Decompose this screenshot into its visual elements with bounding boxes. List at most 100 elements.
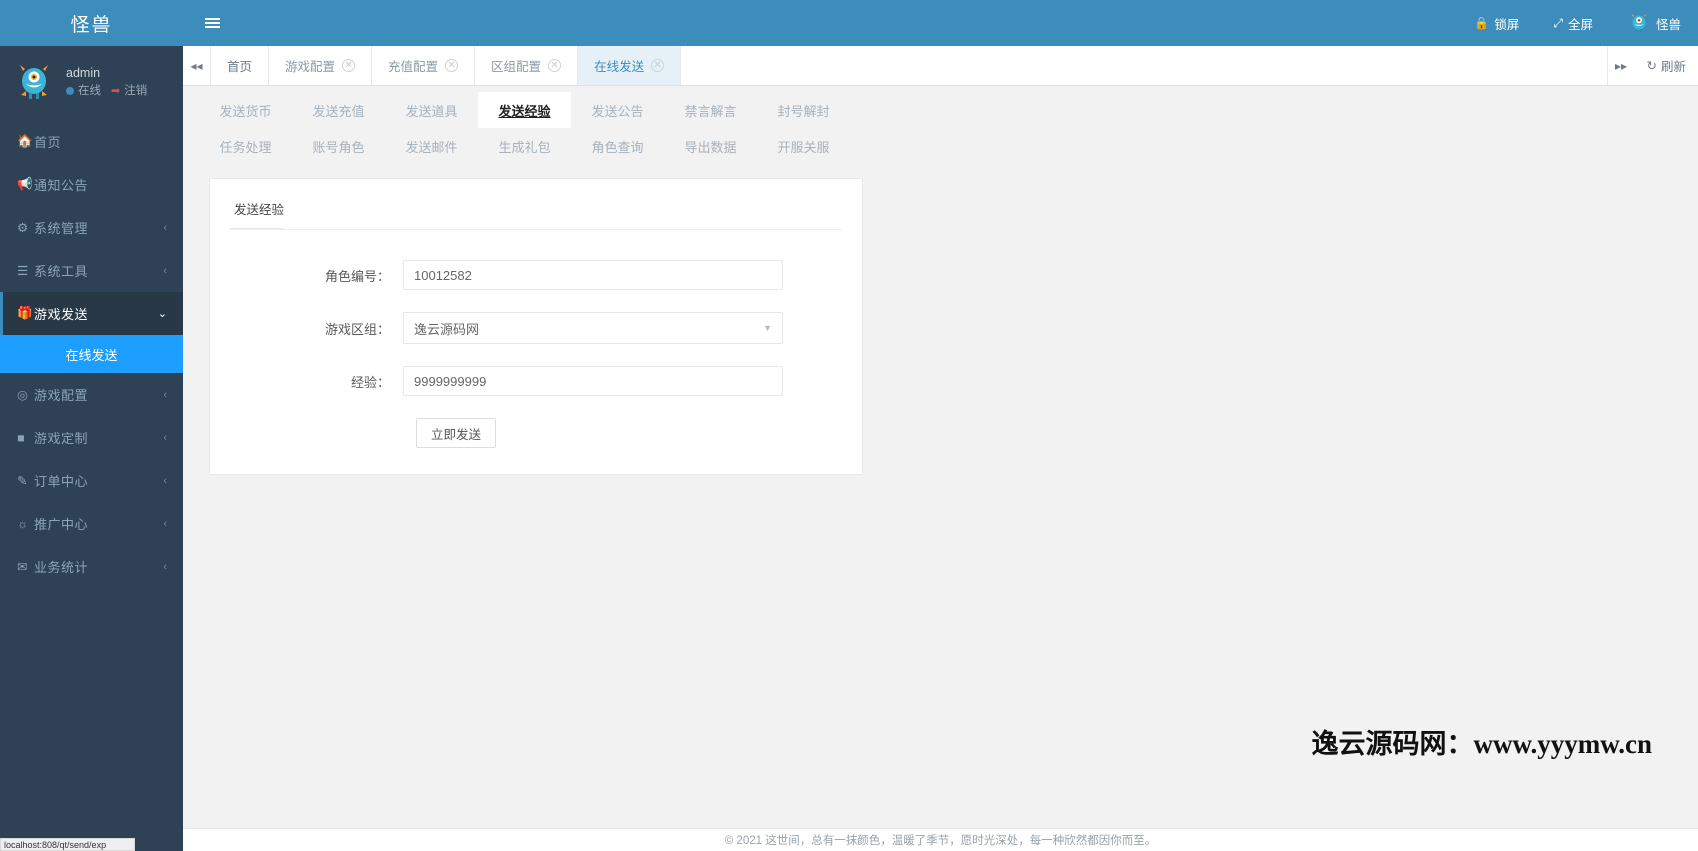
fullscreen-icon: ⤢ xyxy=(1553,15,1563,30)
tab-label: 首页 xyxy=(227,60,253,74)
sidebar-item-label: 订单中心 xyxy=(34,474,89,489)
field-row-game-zone: 游戏区组： 逸云源码网 ▼ xyxy=(230,312,842,344)
subnav-item-mute-unmute[interactable]: 禁言解言 xyxy=(664,92,757,128)
dashboard-icon: ◎ xyxy=(17,388,28,402)
close-icon[interactable]: ✕ xyxy=(651,59,665,72)
user-status-row: 在线 ➡ 注销 xyxy=(66,82,147,100)
field-row-exp: 经验： xyxy=(230,366,842,396)
chevron-left-icon: ‹ xyxy=(163,517,167,530)
sidebar-item-system-tools[interactable]: ☰ 系统工具 ‹ xyxy=(0,249,183,292)
subnav-item-send-items[interactable]: 发送道具 xyxy=(385,92,478,128)
sidebar-item-label: 首页 xyxy=(34,135,62,150)
monster-avatar xyxy=(1627,11,1651,35)
role-id-input[interactable] xyxy=(403,260,783,290)
sidebar-item-game-config[interactable]: ◎ 游戏配置 ‹ xyxy=(0,373,183,416)
subnav-item-send-exp[interactable]: 发送经验 xyxy=(478,92,571,128)
sidebar-item-game-custom[interactable]: ■ 游戏定制 ‹ xyxy=(0,416,183,459)
watermark-text: 逸云源码网：www.yyymw.cn xyxy=(1311,729,1652,759)
close-icon[interactable]: ✕ xyxy=(548,59,562,72)
handshake-icon: ☼ xyxy=(17,516,29,531)
tab-game-config[interactable]: 游戏配置 ✕ xyxy=(269,46,373,85)
subnav-label: 开服关服 xyxy=(777,139,830,155)
sidebar-item-label: 推广中心 xyxy=(34,517,89,532)
gear-icon: ⚙ xyxy=(17,221,29,235)
subnav-item-send-mail[interactable]: 发送邮件 xyxy=(385,128,478,164)
subnav-item-task-process[interactable]: 任务处理 xyxy=(199,128,292,164)
field-row-role-id: 角色编号： xyxy=(230,260,842,290)
refresh-icon: ↻ xyxy=(1646,59,1657,73)
tab-list: 首页 游戏配置 ✕ 充值配置 ✕ 区组配置 ✕ 在线发送 ✕ xyxy=(211,46,1607,85)
lock-icon: 🔒 xyxy=(1474,16,1490,30)
chevron-double-right-icon: ▸▸ xyxy=(1614,58,1628,73)
exp-input[interactable] xyxy=(403,366,783,396)
chevron-left-icon: ‹ xyxy=(163,388,167,401)
envelope-icon: ✉ xyxy=(17,560,28,574)
logout-label[interactable]: 注销 xyxy=(124,82,147,100)
sidebar-item-label: 游戏定制 xyxy=(34,431,89,446)
sidebar-item-business-stats[interactable]: ✉ 业务统计 ‹ xyxy=(0,545,183,588)
sidebar-item-home[interactable]: 🏠 首页 xyxy=(0,120,183,163)
logout-icon[interactable]: ➡ xyxy=(111,82,120,100)
fullscreen-label: 全屏 xyxy=(1567,17,1593,32)
sidebar-item-game-send[interactable]: 🎁 游戏发送 ⌄ xyxy=(0,292,183,335)
sidebar-item-label: 游戏配置 xyxy=(34,388,89,403)
sidebar-submenu-game-send: 在线发送 xyxy=(0,335,183,373)
game-zone-value: 逸云源码网 xyxy=(414,321,480,337)
sidebar-item-promotion-center[interactable]: ☼ 推广中心 ‹ xyxy=(0,502,183,545)
tab-label: 游戏配置 xyxy=(285,60,336,74)
subnav-item-role-query[interactable]: 角色查询 xyxy=(571,128,664,164)
subnav-item-account-role[interactable]: 账号角色 xyxy=(292,128,385,164)
fullscreen-button[interactable]: ⤢ 全屏 xyxy=(1536,0,1610,46)
subnav-item-generate-giftpack[interactable]: 生成礼包 xyxy=(478,128,571,164)
sidebar-item-order-center[interactable]: ✎ 订单中心 ‹ xyxy=(0,459,183,502)
footer-copyright: © 2021 这世间，总有一抹颜色，温暖了季节，愿时光深处，每一种欣然都因你而至… xyxy=(724,835,1157,847)
sidebar-item-notice[interactable]: 📢 通知公告 xyxy=(0,163,183,206)
close-icon[interactable]: ✕ xyxy=(445,59,459,72)
sub-navigation: 发送货币 发送充值 发送道具 发送经验 发送公告 禁言解言 封号解封 任务处理 … xyxy=(183,86,1698,164)
tab-scroll-left-button[interactable]: ◂◂ xyxy=(183,46,211,85)
account-menu[interactable]: 怪兽 xyxy=(1610,0,1698,46)
lock-screen-button[interactable]: 🔒 锁屏 xyxy=(1457,0,1536,46)
sidebar-item-system-manage[interactable]: ⚙ 系统管理 ‹ xyxy=(0,206,183,249)
tab-zone-config[interactable]: 区组配置 ✕ xyxy=(475,46,579,85)
chevron-left-icon: ‹ xyxy=(163,264,167,277)
panel-header: 发送经验 xyxy=(230,191,842,230)
top-header: 🔒 锁屏 ⤢ 全屏 怪兽 xyxy=(183,0,1698,46)
tab-home[interactable]: 首页 xyxy=(211,46,270,85)
tab-recharge-config[interactable]: 充值配置 ✕ xyxy=(372,46,476,85)
subnav-label: 任务处理 xyxy=(219,139,272,155)
tab-bar: ◂◂ 首页 游戏配置 ✕ 充值配置 ✕ 区组配置 ✕ 在线发送 ✕ ▸▸ ↻ 刷… xyxy=(183,46,1698,86)
exp-label: 经验： xyxy=(350,374,390,390)
chevron-left-icon: ‹ xyxy=(163,221,167,234)
content-area: 发送货币 发送充值 发送道具 发送经验 发送公告 禁言解言 封号解封 任务处理 … xyxy=(183,86,1698,828)
refresh-button[interactable]: ↻ 刷新 xyxy=(1635,46,1698,85)
tab-online-send[interactable]: 在线发送 ✕ xyxy=(578,46,682,85)
footer: © 2021 这世间，总有一抹颜色，温暖了季节，愿时光深处，每一种欣然都因你而至… xyxy=(183,828,1698,851)
sidebar-item-label: 系统工具 xyxy=(34,264,89,279)
subnav-label: 发送充值 xyxy=(312,103,365,119)
sidebar-subitem-online-send[interactable]: 在线发送 xyxy=(0,335,183,373)
send-now-button[interactable]: 立即发送 xyxy=(416,418,497,448)
game-zone-select[interactable]: 逸云源码网 ▼ xyxy=(403,312,783,344)
list-icon: ☰ xyxy=(17,264,29,278)
subnav-item-export-data[interactable]: 导出数据 xyxy=(664,128,757,164)
subnav-label: 发送道具 xyxy=(405,103,458,119)
tab-scroll-right-button[interactable]: ▸▸ xyxy=(1606,46,1635,85)
subnav-item-send-currency[interactable]: 发送货币 xyxy=(199,92,292,128)
online-label: 在线 xyxy=(78,84,101,97)
subnav-item-open-close-server[interactable]: 开服关服 xyxy=(757,128,850,164)
role-id-label: 角色编号： xyxy=(324,268,390,284)
megaphone-icon: 📢 xyxy=(17,177,33,191)
subnav-item-ban-unban[interactable]: 封号解封 xyxy=(757,92,850,128)
sidebar: 怪兽 admin 在线 ➡ 注销 🏠 首页 📢 通知公告 ⚙ 系统管理 ‹ ☰ … xyxy=(0,0,183,851)
brand-logo[interactable]: 怪兽 xyxy=(0,0,183,46)
hamburger-icon[interactable] xyxy=(183,0,241,46)
subnav-label: 发送邮件 xyxy=(405,139,458,155)
subnav-item-send-notice[interactable]: 发送公告 xyxy=(571,92,664,128)
close-icon[interactable]: ✕ xyxy=(342,59,356,72)
subnav-label: 禁言解言 xyxy=(684,103,737,119)
subnav-item-send-recharge[interactable]: 发送充值 xyxy=(292,92,385,128)
subnav-label: 生成礼包 xyxy=(498,139,551,155)
brand-title: 怪兽 xyxy=(70,14,113,36)
lock-screen-label: 锁屏 xyxy=(1494,17,1520,32)
